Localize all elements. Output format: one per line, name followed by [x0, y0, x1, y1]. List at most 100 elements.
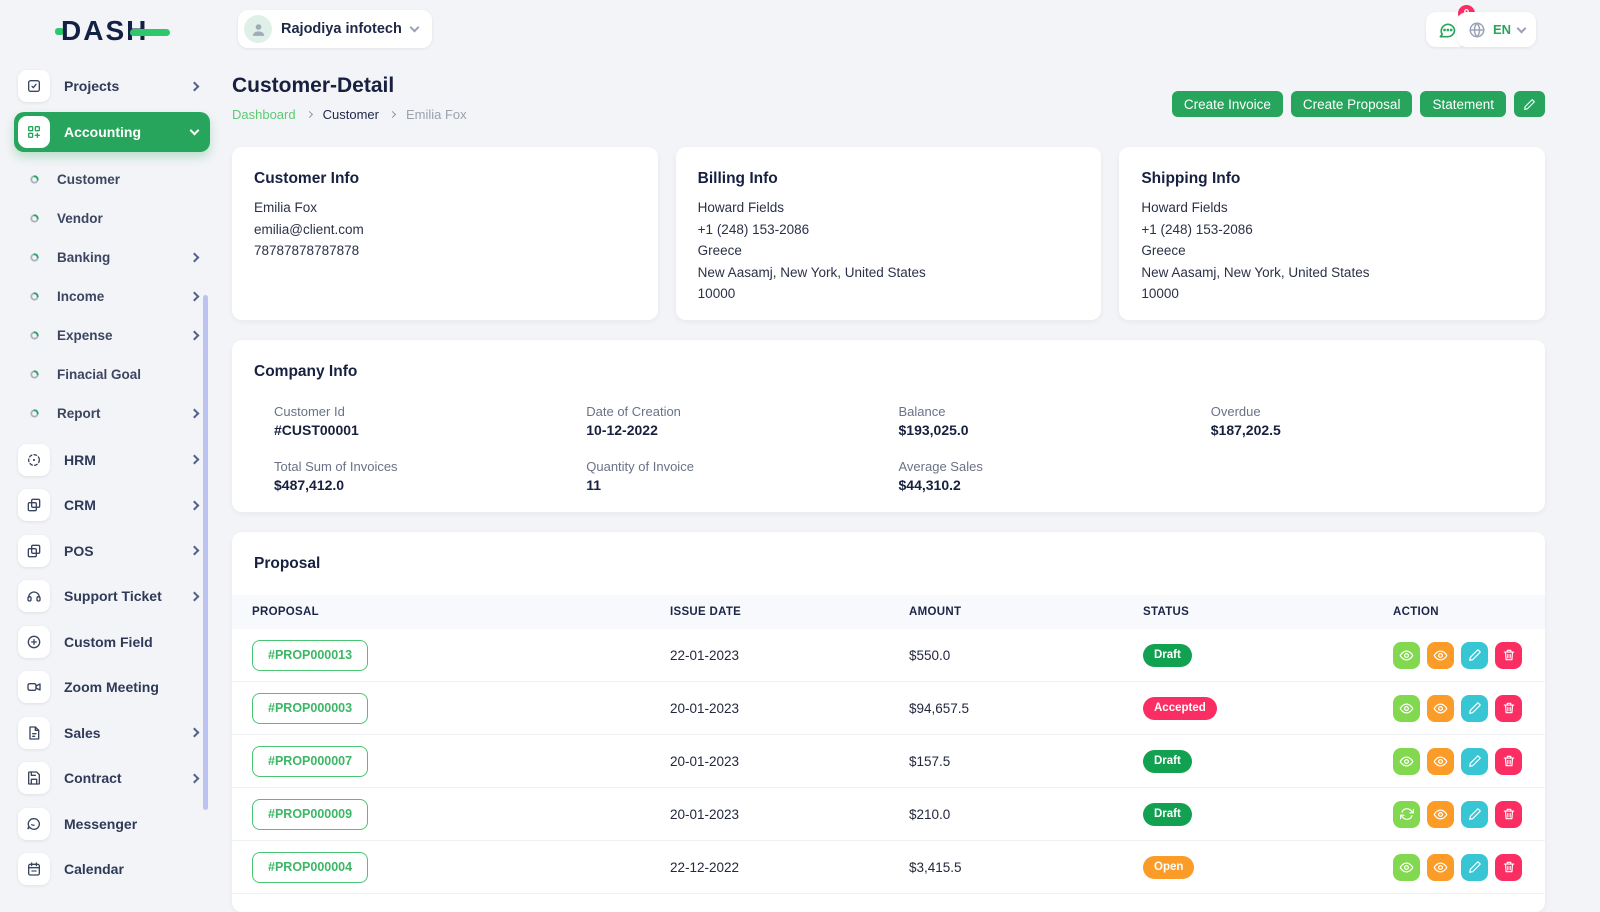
sidebar-item-calendar[interactable]: Calendar — [14, 847, 210, 893]
delete-action-button[interactable] — [1495, 642, 1522, 669]
sidebar-item-banking[interactable]: Banking — [14, 238, 210, 277]
trash-icon — [1502, 648, 1516, 662]
view-action-button[interactable] — [1393, 695, 1420, 722]
preview-action-button[interactable] — [1427, 801, 1454, 828]
sidebar-item-label: Custom Field — [64, 634, 153, 650]
grid-plus-icon — [18, 116, 50, 148]
globe-icon — [1468, 21, 1486, 39]
sidebar-item-contract[interactable]: Contract — [14, 756, 210, 802]
view-action-button[interactable] — [1393, 748, 1420, 775]
create-proposal-button[interactable]: Create Proposal — [1291, 91, 1413, 117]
company-field-customer-id: Customer Id #CUST00001 — [274, 404, 586, 438]
view-action-button[interactable] — [1393, 642, 1420, 669]
status-badge: Draft — [1143, 803, 1192, 826]
company-info-card: Company Info Customer Id #CUST00001 Date… — [232, 340, 1545, 512]
sidebar-item-crm[interactable]: CRM — [14, 483, 210, 529]
proposal-id-button[interactable]: #PROP000013 — [252, 640, 368, 671]
delete-action-button[interactable] — [1495, 695, 1522, 722]
proposal-id-button[interactable]: #PROP000007 — [252, 746, 368, 777]
sidebar-item-zoom-meeting[interactable]: Zoom Meeting — [14, 665, 210, 711]
sub-item-label: Report — [57, 406, 101, 421]
delete-action-button[interactable] — [1495, 854, 1522, 881]
sidebar-item-support-ticket[interactable]: Support Ticket — [14, 574, 210, 620]
eye-icon — [1433, 860, 1448, 875]
company-field-date-of-creation: Date of Creation 10-12-2022 — [586, 404, 898, 438]
statement-button[interactable]: Statement — [1420, 91, 1506, 117]
page-title: Customer-Detail — [232, 74, 467, 98]
sidebar-item-report[interactable]: Report — [14, 394, 210, 433]
delete-action-button[interactable] — [1495, 748, 1522, 775]
billing-info-card: Billing Info Howard Fields +1 (248) 153-… — [676, 147, 1102, 320]
status-badge: Open — [1143, 856, 1194, 879]
sidebar-item-pos[interactable]: POS — [14, 528, 210, 574]
sidebar-item-vendor[interactable]: Vendor — [14, 199, 210, 238]
sidebar-item-sales[interactable]: Sales — [14, 710, 210, 756]
view-action-button[interactable] — [1393, 854, 1420, 881]
breadcrumb-dashboard[interactable]: Dashboard — [232, 107, 296, 122]
preview-action-button[interactable] — [1427, 695, 1454, 722]
language-selector[interactable]: EN — [1457, 12, 1536, 47]
convert-action-button[interactable] — [1393, 801, 1420, 828]
preview-action-button[interactable] — [1427, 642, 1454, 669]
sidebar-item-income[interactable]: Income — [14, 277, 210, 316]
card-title: Shipping Info — [1141, 170, 1523, 188]
eye-icon — [1399, 860, 1414, 875]
company-field-overdue: Overdue $187,202.5 — [1211, 404, 1523, 438]
preview-action-button[interactable] — [1427, 854, 1454, 881]
sub-item-label: Expense — [57, 328, 113, 343]
calendar-icon — [18, 853, 50, 885]
language-label: EN — [1493, 22, 1511, 37]
eye-icon — [1399, 648, 1414, 663]
delete-action-button[interactable] — [1495, 801, 1522, 828]
pencil-icon — [1468, 701, 1482, 715]
sub-item-label: Vendor — [57, 211, 103, 226]
sidebar-item-expense[interactable]: Expense — [14, 316, 210, 355]
proposal-id-button[interactable]: #PROP000009 — [252, 799, 368, 830]
chevron-right-icon — [190, 292, 200, 302]
sidebar-item-label: Zoom Meeting — [64, 679, 159, 695]
workspace-switcher[interactable]: Rajodiya infotech — [238, 10, 432, 48]
edit-customer-button[interactable] — [1514, 91, 1545, 117]
edit-action-button[interactable] — [1461, 854, 1488, 881]
sidebar-item-finacial-goal[interactable]: Finacial Goal — [14, 355, 210, 394]
edit-action-button[interactable] — [1461, 748, 1488, 775]
pencil-icon — [1468, 860, 1482, 874]
sidebar-item-hrm[interactable]: HRM — [14, 437, 210, 483]
customer-info-card: Customer Info Emilia Fox emilia@client.c… — [232, 147, 658, 320]
hrm-icon — [18, 444, 50, 476]
refresh-icon — [1400, 807, 1414, 821]
sidebar-item-messenger[interactable]: Messenger — [14, 801, 210, 847]
app-logo[interactable]: DASH — [55, 15, 170, 47]
sidebar-item-label: HRM — [64, 452, 96, 468]
card-title: Customer Info — [254, 170, 636, 188]
edit-action-button[interactable] — [1461, 801, 1488, 828]
sidebar-scrollbar[interactable] — [203, 295, 208, 810]
amount: $157.5 — [909, 754, 1143, 769]
pencil-icon — [1523, 98, 1536, 111]
chevron-right-icon — [190, 728, 200, 738]
pencil-icon — [1468, 754, 1482, 768]
sidebar-item-label: POS — [64, 543, 94, 559]
chevron-right-icon — [190, 455, 200, 465]
sidebar-item-projects[interactable]: Projects — [14, 64, 210, 108]
create-invoice-button[interactable]: Create Invoice — [1172, 91, 1283, 117]
chevron-right-icon — [389, 111, 396, 118]
edit-action-button[interactable] — [1461, 695, 1488, 722]
proposal-table-header: PROPOSAL ISSUE DATE AMOUNT STATUS ACTION — [232, 595, 1545, 629]
pencil-icon — [1468, 648, 1482, 662]
breadcrumb: Dashboard Customer Emilia Fox — [232, 107, 467, 122]
sidebar-item-custom-field[interactable]: Custom Field — [14, 619, 210, 665]
sub-item-label: Banking — [57, 250, 110, 265]
breadcrumb-customer[interactable]: Customer — [323, 107, 379, 122]
sidebar-item-accounting[interactable]: Accounting — [14, 112, 210, 152]
column-header-status: STATUS — [1143, 606, 1393, 618]
trash-icon — [1502, 807, 1516, 821]
proposal-id-button[interactable]: #PROP000004 — [252, 852, 368, 883]
proposal-card: Proposal PROPOSAL ISSUE DATE AMOUNT STAT… — [232, 532, 1545, 912]
trash-icon — [1502, 754, 1516, 768]
sidebar-item-customer[interactable]: Customer — [14, 160, 210, 199]
proposal-id-button[interactable]: #PROP000003 — [252, 693, 368, 724]
preview-action-button[interactable] — [1427, 748, 1454, 775]
sidebar-item-label: Support Ticket — [64, 588, 162, 604]
edit-action-button[interactable] — [1461, 642, 1488, 669]
